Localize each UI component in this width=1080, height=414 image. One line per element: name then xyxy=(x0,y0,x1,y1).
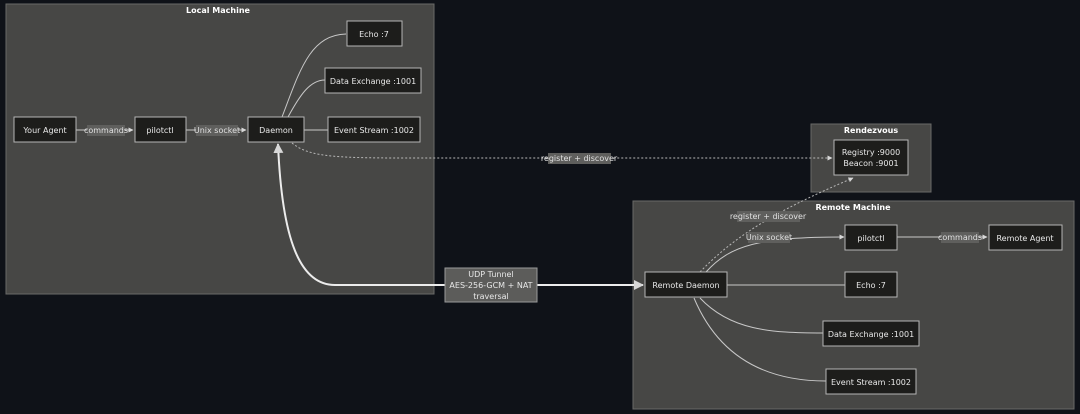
edge-label-remote-register-discover: register + discover xyxy=(730,211,807,222)
node-remote-daemon-label: Remote Daemon xyxy=(652,281,719,290)
node-remote-echo-label: Echo :7 xyxy=(856,281,886,290)
node-pilotctl-label: pilotctl xyxy=(146,126,173,135)
local-machine-cluster: Local Machine xyxy=(5,3,435,295)
node-daemon-label: Daemon xyxy=(259,126,293,135)
node-data-exchange: Data Exchange :1001 xyxy=(324,67,422,94)
node-remote-daemon: Remote Daemon xyxy=(644,271,728,298)
local-machine-title: Local Machine xyxy=(186,6,250,15)
node-udp-tunnel-line3: traversal xyxy=(473,292,509,301)
node-event-stream-label: Event Stream :1002 xyxy=(334,126,414,135)
node-your-agent: Your Agent xyxy=(13,116,77,143)
edge-label-register-discover: register + discover xyxy=(541,153,618,164)
edge-label-remote-commands: commands xyxy=(938,232,982,243)
node-pilotctl: pilotctl xyxy=(134,116,187,143)
node-echo: Echo :7 xyxy=(346,20,403,47)
node-remote-agent: Remote Agent xyxy=(988,224,1063,251)
edge-label-commands-text: commands xyxy=(84,126,128,135)
edge-label-commands: commands xyxy=(84,125,128,136)
edge-label-remote-register-discover-text: register + discover xyxy=(730,212,807,221)
node-echo-label: Echo :7 xyxy=(359,30,389,39)
node-your-agent-label: Your Agent xyxy=(22,126,66,135)
node-registry-beacon: Registry :9000 Beacon :9001 xyxy=(833,139,909,176)
rendezvous-title: Rendezvous xyxy=(844,126,898,135)
node-remote-data-exchange: Data Exchange :1001 xyxy=(822,320,920,347)
edge-label-unix-socket: Unix socket xyxy=(194,125,240,136)
node-udp-tunnel-line2: AES-256-GCM + NAT xyxy=(449,281,532,290)
node-remote-event-stream: Event Stream :1002 xyxy=(825,368,917,395)
node-remote-echo: Echo :7 xyxy=(844,271,898,298)
node-remote-pilotctl-label: pilotctl xyxy=(857,234,884,243)
node-beacon-label: Beacon :9001 xyxy=(843,159,898,168)
node-remote-event-stream-label: Event Stream :1002 xyxy=(831,378,911,387)
node-udp-tunnel-line1: UDP Tunnel xyxy=(468,270,513,279)
node-remote-agent-label: Remote Agent xyxy=(996,234,1053,243)
node-remote-data-exchange-label: Data Exchange :1001 xyxy=(828,330,914,339)
node-event-stream: Event Stream :1002 xyxy=(327,116,421,143)
architecture-diagram: Local Machine Rendezvous Remote Machine … xyxy=(5,3,1075,410)
edge-label-remote-commands-text: commands xyxy=(938,233,982,242)
node-data-exchange-label: Data Exchange :1001 xyxy=(330,77,416,86)
edge-label-remote-unix-socket-text: Unix socket xyxy=(746,233,792,242)
edge-label-register-discover-text: register + discover xyxy=(541,154,618,163)
edge-label-unix-socket-text: Unix socket xyxy=(194,126,240,135)
node-registry-label: Registry :9000 xyxy=(842,148,900,157)
node-daemon: Daemon xyxy=(247,116,305,143)
node-udp-tunnel: UDP Tunnel AES-256-GCM + NAT traversal xyxy=(444,267,538,303)
edge-label-remote-unix-socket: Unix socket xyxy=(746,232,792,243)
remote-machine-title: Remote Machine xyxy=(815,203,891,212)
node-remote-pilotctl: pilotctl xyxy=(844,224,898,251)
